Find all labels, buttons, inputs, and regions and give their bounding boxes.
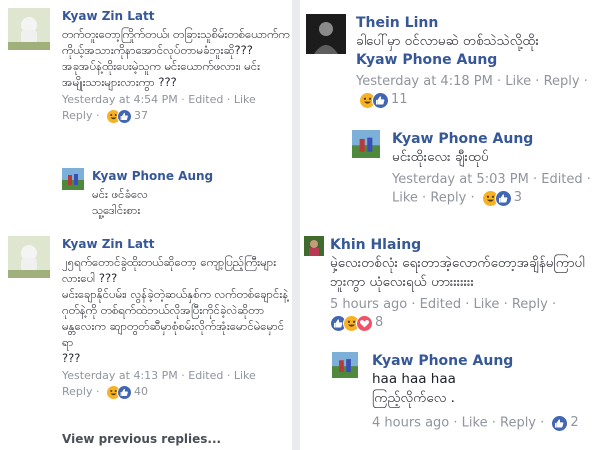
comment-timestamp[interactable]: Yesterday at 4:13 PM (62, 369, 178, 382)
reply-link[interactable]: Reply (500, 416, 536, 431)
reaction-count: 40 (133, 385, 148, 398)
edited-label[interactable]: Edited (188, 369, 223, 382)
comment-text: မှဲ့လေးတစ်လုံး ရေးတာအဲ့လောက်တော့အချိန်မက… (330, 255, 585, 290)
like-link[interactable]: Like (392, 191, 418, 206)
reaction-summary[interactable]: 11 (359, 91, 408, 109)
reply-link[interactable]: Reply (512, 297, 548, 312)
like-icon (551, 414, 569, 432)
comment-body: Khin Hlaing မှဲ့လေးတစ်လုံး ရေးတာအဲ့လောက်… (330, 236, 600, 333)
left-comment-column: Kyaw Zin Latt တက်တူးတော့ကြိုက်တယ်၊ တခြား… (0, 0, 292, 450)
reply-text: မင်း ဖင်ခံလေ သူ့ဒေါင်းစား (92, 187, 148, 217)
avatar[interactable] (8, 8, 50, 50)
reaction-summary[interactable]: 3 (481, 189, 523, 207)
reply-body: Kyaw Phone Aung haa haa haa ကြည့်လိုက်လေ… (372, 352, 600, 433)
comment-author[interactable]: Khin Hlaing (330, 236, 600, 254)
edited-label[interactable]: Edited (188, 93, 223, 106)
reply-body: Kyaw Phone Aung မင်း ဖင်ခံလေ သူ့ဒေါင်းစာ… (92, 168, 292, 218)
reaction-summary[interactable]: 8 (330, 314, 383, 332)
reaction-summary[interactable]: 40 (105, 384, 148, 400)
reaction-count: 2 (570, 415, 579, 430)
reaction-summary[interactable]: 37 (105, 108, 148, 124)
reply-author[interactable]: Kyaw Phone Aung (92, 168, 292, 184)
reaction-count: 8 (375, 315, 384, 330)
comment-timestamp[interactable]: Yesterday at 4:18 PM (356, 74, 493, 89)
comment-timestamp[interactable]: Yesterday at 4:54 PM (62, 93, 178, 106)
comment-body: Thein Linn ခါပေါ်မှာ ဝင်လာမဆဲ တစ်သဲသဲလို… (356, 14, 600, 110)
reaction-count: 11 (391, 92, 408, 107)
right-comment-column: Thein Linn ခါပေါ်မှာ ဝင်လာမဆဲ တစ်သဲသဲလို… (300, 0, 600, 450)
avatar[interactable] (62, 168, 84, 190)
comment-author[interactable]: Kyaw Zin Latt (62, 8, 292, 24)
avatar[interactable] (304, 236, 324, 256)
reply-timestamp[interactable]: 4 hours ago (372, 416, 449, 431)
reply-author[interactable]: Kyaw Phone Aung (392, 130, 600, 148)
reply-timestamp[interactable]: Yesterday at 5:03 PM (392, 172, 529, 187)
avatar[interactable] (306, 14, 346, 54)
reply-text: haa haa haa ကြည့်လိုက်လေ . (372, 371, 456, 406)
reply-link[interactable]: Reply (62, 109, 92, 122)
comment-author[interactable]: Thein Linn (356, 14, 600, 32)
love-icon (356, 314, 373, 332)
like-link[interactable]: Like (505, 74, 531, 89)
like-link[interactable]: Like (462, 416, 488, 431)
reply-body: Kyaw Phone Aung မင်းထိုးလေး ချီးထုပ် Yes… (392, 130, 600, 208)
like-icon (116, 384, 132, 400)
reaction-summary[interactable]: 2 (551, 414, 579, 432)
reply-meta: 4 hours ago · Like · Reply · 2 (372, 414, 579, 432)
avatar[interactable] (332, 352, 358, 378)
reaction-count: 3 (513, 190, 523, 205)
like-link[interactable]: Like (234, 93, 256, 106)
reply-link[interactable]: Reply (430, 191, 466, 206)
reply-author[interactable]: Kyaw Phone Aung (372, 352, 600, 370)
comment-text: တက်တူးတော့ကြိုက်တယ်၊ တခြားသူစိမ်းတစ်ယောက… (62, 27, 290, 89)
avatar[interactable] (352, 130, 380, 158)
like-link[interactable]: Like (474, 297, 500, 312)
view-previous-replies-link[interactable]: View previous replies... (62, 432, 221, 446)
comment-meta: Yesterday at 4:54 PM · Edited · Like Rep… (62, 93, 256, 124)
like-icon (372, 91, 389, 109)
comment-meta: Yesterday at 4:13 PM · Edited · Like Rep… (62, 369, 256, 400)
edited-label[interactable]: Edited (420, 297, 461, 312)
comment-author[interactable]: Kyaw Zin Latt (62, 236, 292, 252)
column-divider (292, 0, 300, 450)
like-link[interactable]: Like (234, 369, 256, 382)
comment-timestamp[interactable]: 5 hours ago (330, 297, 407, 312)
reply-meta: Yesterday at 5:03 PM · Edited · Like · R… (392, 172, 591, 207)
comment-body: Kyaw Zin Latt ၂၅ရက်တောင်ခွဲထိုးတယ်ဆိုတော… (62, 236, 292, 400)
reply-text: မင်းထိုးလေး ချီးထုပ် (392, 149, 489, 165)
reply-link[interactable]: Reply (62, 385, 92, 398)
comment-meta: Yesterday at 4:18 PM · Like · Reply · 11 (356, 74, 588, 109)
comment-text: ၂၅ရက်တောင်ခွဲထိုးတယ်ဆိုတော့ ကျော့ပြည့်ကြ… (62, 255, 289, 365)
comment-text: ခါပေါ်မှာ ဝင်လာမဆဲ တစ်သဲသဲလို့ထိုး (356, 33, 539, 49)
reply-link[interactable]: Reply (544, 74, 580, 89)
like-icon (494, 189, 512, 207)
reaction-count: 37 (133, 109, 148, 122)
edited-label[interactable]: Edited (541, 172, 582, 187)
comment-meta: 5 hours ago · Edited · Like · Reply · 8 (330, 297, 557, 332)
comment-body: Kyaw Zin Latt တက်တူးတော့ကြိုက်တယ်၊ တခြား… (62, 8, 292, 124)
like-icon (116, 108, 132, 124)
avatar[interactable] (8, 236, 50, 278)
mention-link[interactable]: Kyaw Phone Aung (356, 51, 600, 69)
